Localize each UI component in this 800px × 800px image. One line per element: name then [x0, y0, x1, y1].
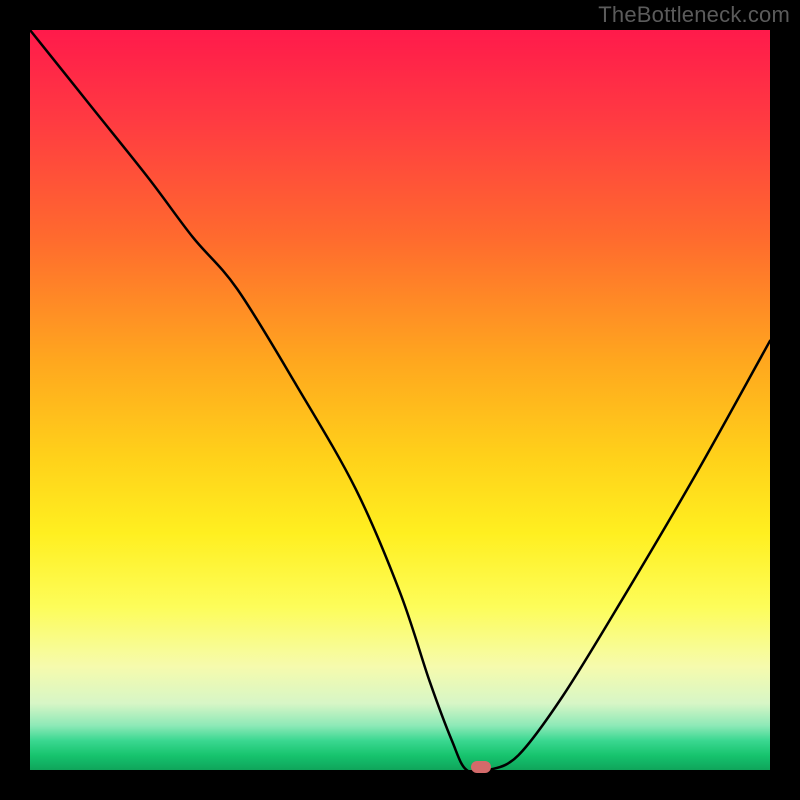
optimal-marker [471, 761, 491, 773]
bottleneck-curve [30, 30, 770, 770]
curve-path [30, 30, 770, 770]
chart-container: TheBottleneck.com [0, 0, 800, 800]
plot-area [30, 30, 770, 770]
watermark-text: TheBottleneck.com [598, 2, 790, 28]
